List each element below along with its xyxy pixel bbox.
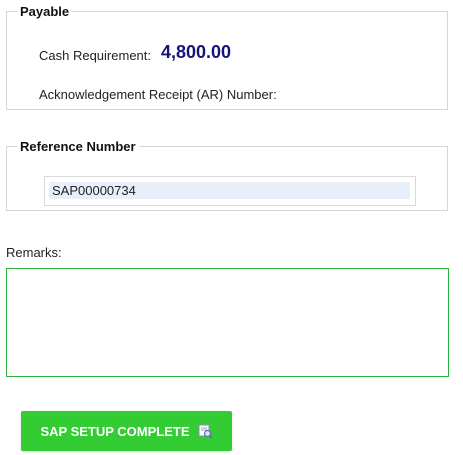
wrench-magnifier-icon: [198, 424, 213, 439]
reference-legend: Reference Number: [20, 139, 136, 154]
cash-requirement-value: 4,800.00: [161, 42, 232, 62]
sap-setup-complete-label: SAP SETUP COMPLETE: [40, 423, 190, 439]
sap-setup-complete-button[interactable]: SAP SETUP COMPLETE: [21, 411, 232, 451]
ar-number-label: Acknowledgement Receipt (AR) Number:: [39, 87, 277, 102]
reference-number-field-frame: [44, 176, 416, 206]
remarks-textarea[interactable]: [6, 268, 449, 377]
payable-legend: Payable: [20, 4, 70, 19]
reference-section: Reference Number: [6, 139, 448, 211]
payable-section: Payable Cash Requirement: 4,800.00 Ackno…: [6, 4, 448, 110]
reference-number-input[interactable]: [49, 182, 410, 199]
cash-requirement-label: Cash Requirement:: [39, 48, 151, 63]
remarks-label: Remarks:: [6, 245, 62, 260]
